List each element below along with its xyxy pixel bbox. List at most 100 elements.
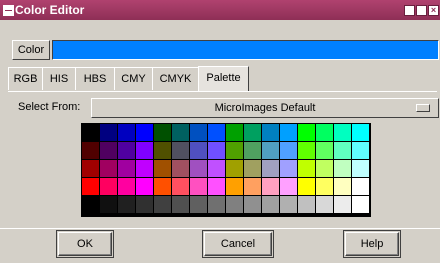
palette-cell[interactable] bbox=[280, 160, 297, 177]
palette-cell[interactable] bbox=[208, 142, 225, 159]
palette-cell[interactable] bbox=[136, 178, 153, 195]
palette-cell[interactable] bbox=[262, 124, 279, 141]
palette-cell[interactable] bbox=[118, 196, 135, 213]
tab-cmyk[interactable]: CMYK bbox=[152, 67, 199, 90]
palette-cell[interactable] bbox=[82, 124, 99, 141]
close-icon[interactable]: × bbox=[428, 5, 439, 16]
palette-dropdown[interactable]: MicroImages Default bbox=[91, 98, 439, 118]
palette-cell[interactable] bbox=[334, 124, 351, 141]
window-title: Color Editor bbox=[15, 3, 85, 17]
palette-cell[interactable] bbox=[136, 196, 153, 213]
palette-cell[interactable] bbox=[334, 178, 351, 195]
palette-cell[interactable] bbox=[172, 196, 189, 213]
palette-cell[interactable] bbox=[136, 124, 153, 141]
palette-cell[interactable] bbox=[136, 160, 153, 177]
palette-cell[interactable] bbox=[352, 160, 369, 177]
palette-cell[interactable] bbox=[352, 196, 369, 213]
palette-cell[interactable] bbox=[316, 124, 333, 141]
color-editor-window: Color Editor × Color RGB HIS HBS CMY CMY… bbox=[0, 0, 440, 262]
color-palette-grid bbox=[81, 123, 371, 217]
palette-cell[interactable] bbox=[118, 160, 135, 177]
palette-cell[interactable] bbox=[298, 178, 315, 195]
palette-cell[interactable] bbox=[262, 178, 279, 195]
palette-cell[interactable] bbox=[208, 160, 225, 177]
palette-cell[interactable] bbox=[244, 178, 261, 195]
tab-his[interactable]: HIS bbox=[42, 67, 76, 90]
palette-cell[interactable] bbox=[118, 142, 135, 159]
palette-cell[interactable] bbox=[298, 124, 315, 141]
palette-cell[interactable] bbox=[190, 124, 207, 141]
palette-cell[interactable] bbox=[172, 160, 189, 177]
system-menu-icon[interactable] bbox=[3, 5, 14, 16]
palette-cell[interactable] bbox=[226, 142, 243, 159]
palette-cell[interactable] bbox=[100, 160, 117, 177]
palette-cell[interactable] bbox=[82, 178, 99, 195]
palette-cell[interactable] bbox=[226, 124, 243, 141]
tab-palette[interactable]: Palette bbox=[198, 66, 249, 91]
palette-cell[interactable] bbox=[244, 160, 261, 177]
palette-cell[interactable] bbox=[100, 178, 117, 195]
palette-cell[interactable] bbox=[298, 160, 315, 177]
palette-cell[interactable] bbox=[352, 142, 369, 159]
palette-cell[interactable] bbox=[154, 142, 171, 159]
palette-cell[interactable] bbox=[226, 178, 243, 195]
palette-cell[interactable] bbox=[316, 196, 333, 213]
palette-cell[interactable] bbox=[334, 160, 351, 177]
palette-cell[interactable] bbox=[190, 142, 207, 159]
palette-cell[interactable] bbox=[154, 160, 171, 177]
palette-cell[interactable] bbox=[172, 178, 189, 195]
palette-cell[interactable] bbox=[118, 124, 135, 141]
palette-cell[interactable] bbox=[190, 160, 207, 177]
palette-cell[interactable] bbox=[208, 196, 225, 213]
palette-cell[interactable] bbox=[190, 178, 207, 195]
tab-hbs[interactable]: HBS bbox=[75, 67, 115, 90]
palette-cell[interactable] bbox=[172, 142, 189, 159]
palette-cell[interactable] bbox=[244, 124, 261, 141]
tab-rgb[interactable]: RGB bbox=[8, 67, 43, 90]
palette-cell[interactable] bbox=[136, 142, 153, 159]
palette-cell[interactable] bbox=[262, 160, 279, 177]
palette-cell[interactable] bbox=[226, 196, 243, 213]
palette-cell[interactable] bbox=[280, 142, 297, 159]
palette-cell[interactable] bbox=[244, 196, 261, 213]
palette-dropdown-value: MicroImages Default bbox=[214, 102, 316, 114]
palette-cell[interactable] bbox=[316, 160, 333, 177]
help-button[interactable]: Help bbox=[345, 232, 399, 256]
palette-cell[interactable] bbox=[316, 178, 333, 195]
palette-cell[interactable] bbox=[190, 196, 207, 213]
palette-cell[interactable] bbox=[334, 142, 351, 159]
palette-cell[interactable] bbox=[82, 196, 99, 213]
palette-cell[interactable] bbox=[154, 124, 171, 141]
palette-cell[interactable] bbox=[172, 124, 189, 141]
palette-cell[interactable] bbox=[244, 142, 261, 159]
cancel-button[interactable]: Cancel bbox=[204, 232, 272, 256]
palette-cell[interactable] bbox=[100, 124, 117, 141]
palette-cell[interactable] bbox=[262, 142, 279, 159]
palette-cell[interactable] bbox=[82, 142, 99, 159]
palette-cell[interactable] bbox=[100, 142, 117, 159]
palette-cell[interactable] bbox=[154, 196, 171, 213]
palette-cell[interactable] bbox=[316, 142, 333, 159]
palette-cell[interactable] bbox=[280, 178, 297, 195]
palette-cell[interactable] bbox=[154, 178, 171, 195]
palette-cell[interactable] bbox=[298, 142, 315, 159]
palette-cell[interactable] bbox=[118, 178, 135, 195]
palette-cell[interactable] bbox=[280, 196, 297, 213]
palette-cell[interactable] bbox=[334, 196, 351, 213]
palette-cell[interactable] bbox=[352, 178, 369, 195]
palette-cell[interactable] bbox=[226, 160, 243, 177]
palette-cell[interactable] bbox=[280, 124, 297, 141]
tab-cmy[interactable]: CMY bbox=[114, 67, 153, 90]
palette-cell[interactable] bbox=[208, 178, 225, 195]
palette-cell[interactable] bbox=[352, 124, 369, 141]
palette-cell[interactable] bbox=[208, 124, 225, 141]
palette-cell[interactable] bbox=[262, 196, 279, 213]
ok-button[interactable]: OK bbox=[58, 232, 112, 256]
palette-cell[interactable] bbox=[82, 160, 99, 177]
palette-cell[interactable] bbox=[298, 196, 315, 213]
minimize-icon[interactable] bbox=[404, 5, 415, 16]
maximize-icon[interactable] bbox=[416, 5, 427, 16]
color-label: Color bbox=[12, 40, 50, 60]
palette-cell[interactable] bbox=[100, 196, 117, 213]
title-bar[interactable]: Color Editor × bbox=[0, 0, 440, 20]
